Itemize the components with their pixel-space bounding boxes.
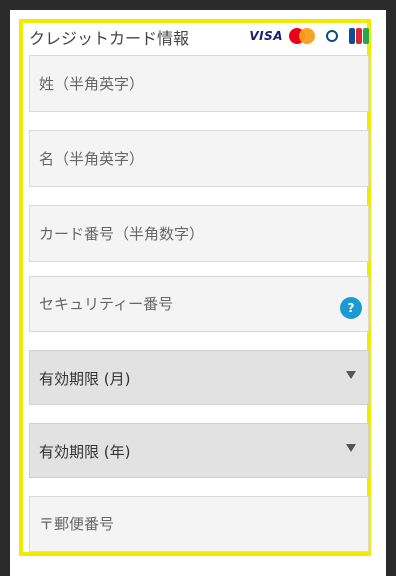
section-title: クレジットカード情報 xyxy=(29,29,190,48)
diners-logo-icon xyxy=(321,28,343,44)
expiry-month-select[interactable]: 有効期限 (月) xyxy=(29,350,369,405)
first-name-input[interactable] xyxy=(30,131,368,186)
expiry-month-label: 有効期限 (月) xyxy=(39,370,131,388)
security-code-input[interactable] xyxy=(30,277,368,331)
expiry-year-label: 有効期限 (年) xyxy=(39,443,131,461)
dropdown-arrow-icon xyxy=(346,371,356,379)
visa-logo-icon: VISA xyxy=(249,29,283,43)
card-logos: VISA xyxy=(249,28,369,44)
dropdown-arrow-icon xyxy=(346,444,356,452)
postal-code-field[interactable] xyxy=(29,496,369,552)
mastercard-logo-icon xyxy=(289,28,315,44)
first-name-field[interactable] xyxy=(29,130,369,187)
postal-code-input[interactable] xyxy=(30,497,368,551)
last-name-field[interactable] xyxy=(29,55,369,112)
card-number-field[interactable] xyxy=(29,205,369,262)
jcb-logo-icon xyxy=(349,28,369,44)
security-code-field[interactable]: ? xyxy=(29,276,369,332)
expiry-year-select[interactable]: 有効期限 (年) xyxy=(29,423,369,478)
last-name-input[interactable] xyxy=(30,56,368,111)
credit-card-header: クレジットカード情報 VISA xyxy=(29,22,369,50)
card-number-input[interactable] xyxy=(30,206,368,261)
help-icon[interactable]: ? xyxy=(340,297,362,319)
